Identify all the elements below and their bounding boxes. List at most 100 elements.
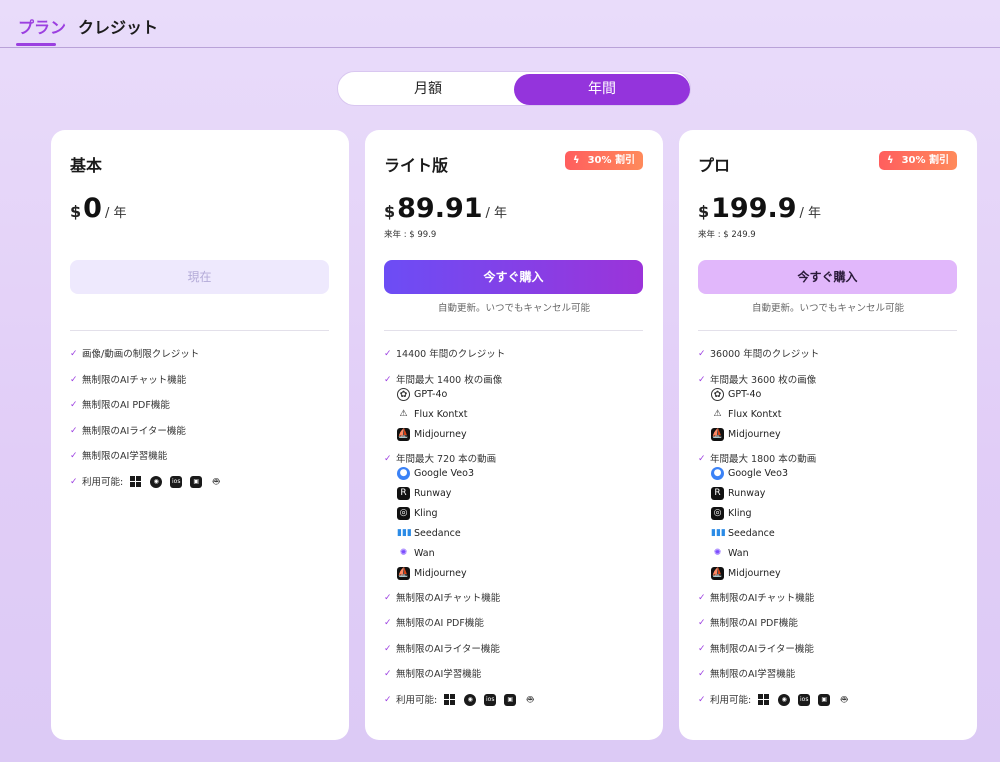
check-icon: ✓ — [70, 425, 78, 436]
ipad-icon: ▣ — [818, 694, 831, 706]
price-amount: 89.91 — [397, 193, 483, 224]
yearly-toggle-button[interactable]: 年間 — [514, 74, 690, 105]
model-item: ⛵ Midjourney — [711, 566, 781, 580]
plan-title: ライト版 — [384, 156, 449, 175]
feature-list: ✓ 画像/動画の制限クレジット ✓ 無制限のAIチャット機能 ✓ 無制限のAI PDF… — [70, 348, 335, 501]
platform-icons: ◉ ios ▣ 🤖︎ — [444, 694, 544, 707]
model-item: ✺ Wan — [698, 547, 963, 567]
check-icon: ✓ — [698, 694, 706, 705]
model-item: R Runway — [698, 486, 963, 507]
check-icon: ✓ — [70, 400, 78, 410]
wan-icon: ✺ — [399, 547, 408, 558]
feature-item: ✓ 無制限のAI PDF機能 — [384, 618, 484, 629]
discount-badge: ϟ 30% 割引 — [564, 151, 643, 170]
feature-item: ✓ 画像/動画の制限クレジット — [70, 349, 200, 360]
check-icon: ✓ — [384, 694, 392, 705]
model-item: ◎ Kling — [384, 506, 649, 527]
kling-icon: ◎ — [711, 506, 724, 520]
android-icon: 🤖︎ — [212, 475, 220, 488]
flux-icon: ⚠ — [713, 408, 722, 419]
model-item: ● Google Veo3 — [698, 466, 963, 487]
model-item: ⚠ Flux Kontxt — [698, 408, 963, 428]
feature-item: ✓ 無制限のAI PDF機能 — [70, 400, 170, 411]
windows-icon — [130, 476, 142, 488]
android-icon: 🤖︎ — [526, 693, 534, 706]
price-amount: 0 — [83, 193, 102, 224]
plan-price: $89.91/ 年 — [384, 193, 507, 225]
check-icon: ✓ — [698, 349, 706, 359]
price-unit: / 年 — [485, 206, 508, 221]
feature-item: ✓ 無制限のAIチャット機能 — [70, 374, 187, 386]
model-item: ⛵ Midjourney — [397, 566, 467, 580]
ios-icon: ios — [798, 694, 811, 706]
wan-icon: ✺ — [713, 547, 722, 558]
veo-icon: ● — [711, 466, 724, 480]
plan-card-pro: プロ ϟ 30% 割引 $199.9/ 年 来年 : $ 249.9 今すぐ購入 … — [679, 130, 977, 740]
check-icon: ✓ — [384, 453, 392, 464]
feature-item-platforms: ✓ 利用可能: ◉ ios ▣ 🤖︎ — [698, 694, 963, 720]
model-item: ✿ GPT-4o — [384, 387, 649, 408]
ios-icon: ios — [170, 476, 183, 488]
currency-symbol: $ — [698, 202, 710, 221]
check-icon: ✓ — [698, 374, 706, 385]
auto-renew-note: 自動更新。いつでもキャンセル可能 — [437, 303, 590, 314]
feature-item: ✓ 無制限のAI学習機能 — [70, 451, 168, 462]
check-icon: ✓ — [384, 643, 392, 654]
tab-credit[interactable]: クレジット — [78, 18, 158, 38]
model-item: ⛵ Midjourney — [711, 427, 781, 441]
feature-item: ✓ 無制限のAI PDF機能 — [698, 618, 798, 629]
check-icon: ✓ — [70, 349, 78, 359]
midjourney-icon: ⛵ — [397, 427, 410, 441]
buy-now-button[interactable]: 今すぐ購入 — [384, 260, 643, 294]
model-item: ▮▮▮ Seedance — [711, 527, 775, 539]
buy-now-button[interactable]: 今すぐ購入 — [698, 260, 957, 294]
top-tabs: プラン クレジット — [0, 0, 1000, 48]
next-year-price: 来年 : $ 99.9 — [384, 230, 437, 240]
price-unit: / 年 — [104, 206, 127, 221]
platform-icons: ◉ ios ▣ 🤖︎ — [758, 694, 858, 707]
model-item: ✺ Wan — [384, 547, 649, 567]
plan-price: $0/ 年 — [70, 193, 126, 225]
plan-card-lite: ライト版 ϟ 30% 割引 $89.91/ 年 来年 : $ 99.9 今すぐ購入… — [365, 130, 663, 740]
kling-icon: ◎ — [397, 506, 410, 520]
bolt-icon: ϟ — [886, 155, 894, 166]
monthly-toggle-button[interactable]: 月額 — [340, 74, 516, 105]
check-icon: ✓ — [384, 592, 392, 603]
plan-card-basic: 基本 $0/ 年 現在 ✓ 画像/動画の制限クレジット ✓ 無制限のAIチャット機能… — [51, 130, 349, 740]
feature-item: ✓ 無制限のAIチャット機能 — [384, 592, 501, 604]
price-unit: / 年 — [799, 206, 822, 221]
tab-plan[interactable]: プラン — [18, 18, 66, 38]
macos-icon: ◉ — [150, 476, 163, 488]
divider — [698, 330, 957, 331]
model-item: R Runway — [384, 486, 649, 507]
plan-title: プロ — [698, 156, 731, 175]
feature-item: ✓ 無制限のAI学習機能 — [384, 669, 482, 680]
feature-item: ✓ 無制限のAIライター機能 — [384, 643, 500, 655]
divider — [384, 330, 643, 331]
check-icon: ✓ — [698, 669, 706, 679]
ipad-icon: ▣ — [504, 694, 517, 706]
openai-icon: ✿ — [711, 387, 724, 401]
feature-list: ✓ 14400 年間のクレジット ✓ 年間最大 1400 枚の画像 ✿ GPT-4o … — [384, 348, 649, 719]
feature-item: ✓ 無制限のAI学習機能 — [698, 669, 796, 680]
macos-icon: ◉ — [464, 694, 477, 706]
seedance-icon: ▮▮▮ — [397, 527, 412, 538]
bolt-icon: ϟ — [572, 155, 580, 166]
ios-icon: ios — [484, 694, 497, 706]
check-icon: ✓ — [384, 669, 392, 679]
feature-item-platforms: ✓ 利用可能: ◉ ios ▣ 🤖︎ — [384, 694, 649, 720]
price-amount: 199.9 — [711, 193, 797, 224]
model-item: ⛵ Midjourney — [397, 427, 467, 441]
check-icon: ✓ — [698, 643, 706, 654]
check-icon: ✓ — [70, 374, 78, 385]
openai-icon: ✿ — [397, 387, 410, 401]
platform-icons: ◉ ios ▣ 🤖︎ — [130, 476, 230, 489]
check-icon: ✓ — [384, 374, 392, 385]
feature-item: ✓ 無制限のAIチャット機能 — [698, 592, 815, 604]
model-item: ◎ Kling — [698, 506, 963, 527]
check-icon: ✓ — [70, 451, 78, 461]
next-year-price: 来年 : $ 249.9 — [698, 230, 756, 240]
feature-list: ✓ 36000 年間のクレジット ✓ 年間最大 3600 枚の画像 ✿ GPT-4o … — [698, 348, 963, 719]
check-icon: ✓ — [384, 349, 392, 359]
current-plan-button[interactable]: 現在 — [70, 260, 329, 294]
